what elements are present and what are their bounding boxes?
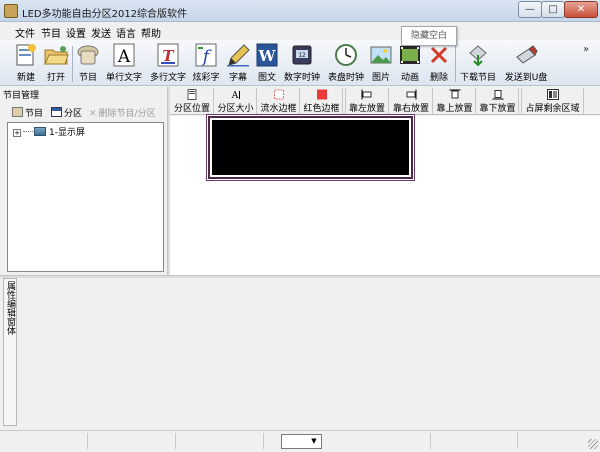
multi-line-text-button[interactable]: T 多行文字 xyxy=(148,43,188,85)
svg-text:A: A xyxy=(230,91,238,100)
usb-drive-icon xyxy=(516,45,538,64)
zone-size-icon: A xyxy=(230,91,240,100)
align-top-icon xyxy=(449,89,460,99)
close-button[interactable]: ✕ xyxy=(564,1,598,18)
program-button[interactable]: 节目 xyxy=(74,43,102,85)
align-right-button[interactable]: 靠右放置 xyxy=(390,88,433,115)
delete-x-icon xyxy=(430,46,448,64)
open-button[interactable]: 打开 xyxy=(41,43,71,85)
program-panel-title: 节目管理 xyxy=(3,91,40,101)
delete-small-icon: ✕ xyxy=(89,109,97,119)
status-cell xyxy=(88,433,176,449)
display-screen-icon xyxy=(34,127,46,136)
menu-help[interactable]: 帮助 xyxy=(141,25,161,40)
status-bar: ▼ xyxy=(0,430,600,452)
toolbar-separator xyxy=(455,46,456,82)
send-to-usb-button[interactable]: 发送到U盘 xyxy=(502,43,550,85)
analog-clock-icon xyxy=(335,44,357,66)
design-canvas[interactable] xyxy=(170,116,600,275)
picture-button[interactable]: 图片 xyxy=(368,43,394,85)
program-tree[interactable]: +1-显示屏 xyxy=(7,122,164,272)
zone-size-button[interactable]: A 分区大小 xyxy=(215,88,257,115)
red-border-icon xyxy=(316,89,327,100)
svg-text:12: 12 xyxy=(298,52,306,59)
properties-panel: 属性编辑窗体 xyxy=(0,278,600,430)
align-right-icon xyxy=(406,89,417,100)
led-screen-preview[interactable] xyxy=(208,116,413,179)
zone-toolbar: 分区位置 A 分区大小 流水边框 红色边框 靠左放置 靠右放置 靠上放置 靠下放… xyxy=(170,87,600,115)
resize-grip-icon[interactable] xyxy=(588,439,598,449)
download-program-button[interactable]: 下载节目 xyxy=(458,43,498,85)
picture-icon xyxy=(370,46,392,64)
subtitle-button[interactable]: 字幕 xyxy=(224,43,252,85)
svg-text:W: W xyxy=(258,47,277,65)
add-zone-button[interactable]: 分区 xyxy=(51,106,82,119)
minimize-button[interactable]: — xyxy=(518,1,542,18)
red-border-button[interactable]: 红色边框 xyxy=(301,88,343,115)
zone-small-icon xyxy=(51,107,62,117)
zone-position-button[interactable]: 分区位置 xyxy=(171,88,214,115)
animation-icon xyxy=(400,46,420,64)
menu-language[interactable]: 语言 xyxy=(116,25,136,40)
align-bottom-button[interactable]: 靠下放置 xyxy=(477,88,519,115)
tree-item-display-screen[interactable]: +1-显示屏 xyxy=(13,125,85,138)
open-folder-icon xyxy=(44,46,69,65)
flow-border-icon xyxy=(273,89,284,100)
window-title: LED多功能自由分区2012综合版软件 xyxy=(22,9,188,20)
align-top-button[interactable]: 靠上放置 xyxy=(434,88,476,115)
status-cell xyxy=(176,433,264,449)
menu-send[interactable]: 发送 xyxy=(91,25,111,40)
animation-button[interactable]: 动画 xyxy=(396,43,424,85)
toolbar-separator xyxy=(72,46,73,82)
color-text-icon: f xyxy=(195,43,217,67)
maximize-button[interactable]: □ xyxy=(541,1,565,18)
digital-clock-icon: 12 xyxy=(292,45,312,65)
menu-file[interactable]: 文件 xyxy=(15,25,35,40)
new-icon xyxy=(16,44,36,66)
status-combobox[interactable]: ▼ xyxy=(281,434,322,449)
tree-expander[interactable]: + xyxy=(13,129,21,137)
main-toolbar: 新建 打开 节目 A 单行文字 T 多行文字 f 炫彩字 字幕 W 图文 12 … xyxy=(0,40,600,86)
svg-text:A: A xyxy=(117,47,131,67)
chevron-down-icon[interactable]: ▼ xyxy=(308,436,320,447)
single-line-text-icon: A xyxy=(113,43,135,67)
align-left-button[interactable]: 靠左放置 xyxy=(345,88,389,115)
delete-program-zone-button[interactable]: ✕ 删除节目/分区 xyxy=(89,106,156,119)
subtitle-pen-icon xyxy=(227,44,250,67)
hide-blank-tooltip: 隐藏空白 xyxy=(401,26,457,46)
new-button[interactable]: 新建 xyxy=(10,43,42,85)
fill-remaining-area-button[interactable]: 占屏剩余区域 xyxy=(521,88,584,115)
menu-settings[interactable]: 设置 xyxy=(66,25,86,40)
zone-position-icon xyxy=(187,89,197,100)
flow-border-button[interactable]: 流水边框 xyxy=(258,88,300,115)
digital-clock-button[interactable]: 12 数字时钟 xyxy=(282,43,322,85)
status-cell xyxy=(430,433,518,449)
color-text-button[interactable]: f 炫彩字 xyxy=(190,43,222,85)
program-small-icon xyxy=(12,107,23,117)
add-program-button[interactable]: 节目 xyxy=(12,106,43,119)
program-icon xyxy=(77,45,99,65)
status-cell xyxy=(0,433,88,449)
delete-button[interactable]: 删除 xyxy=(426,43,452,85)
align-left-icon xyxy=(361,89,372,100)
multi-line-text-icon: T xyxy=(157,43,179,67)
menu-program[interactable]: 节目 xyxy=(41,25,61,40)
fill-remaining-icon xyxy=(546,89,559,100)
app-logo-icon xyxy=(4,4,18,18)
word-document-icon: W xyxy=(256,43,278,67)
title-bar: LED多功能自由分区2012综合版软件 — □ ✕ xyxy=(0,0,600,22)
toolbar-overflow-chevron[interactable]: » xyxy=(583,44,589,55)
download-program-icon xyxy=(469,45,487,67)
image-text-button[interactable]: W 图文 xyxy=(254,43,280,85)
property-editor-tab[interactable]: 属性编辑窗体 xyxy=(3,278,17,426)
single-line-text-button[interactable]: A 单行文字 xyxy=(104,43,144,85)
menu-bar: 文件 节目 设置 发送 语言 帮助 xyxy=(0,22,600,40)
analog-clock-button[interactable]: 表盘时钟 xyxy=(326,43,366,85)
align-bottom-icon xyxy=(492,90,503,100)
